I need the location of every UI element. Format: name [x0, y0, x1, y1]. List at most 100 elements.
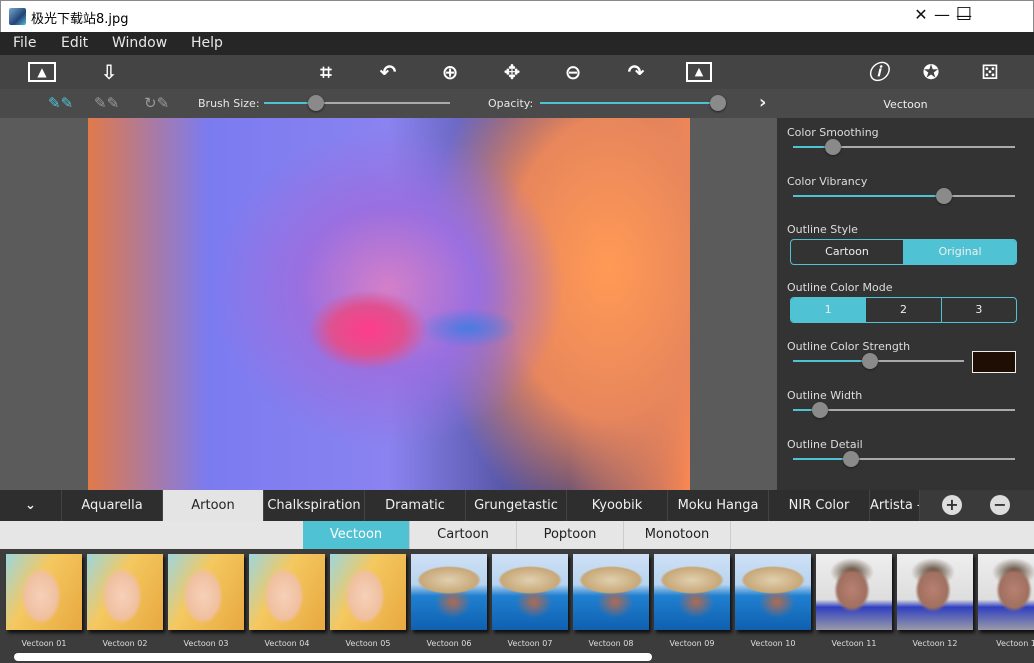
subcategory-tab[interactable]: Vectoon [303, 521, 410, 549]
zoom-in-icon[interactable]: ⊕ [435, 59, 465, 85]
open-image-icon[interactable]: ▲ [28, 62, 56, 82]
outline-color-mode-2[interactable]: 2 [866, 298, 942, 322]
subcategory-tab[interactable]: Monotoon [624, 521, 731, 549]
outline-style-toggle: Cartoon Original [790, 239, 1017, 265]
preset-thumbnail[interactable] [735, 554, 811, 630]
preset-thumbnail[interactable] [411, 554, 487, 630]
outline-color-mode-toggle: 1 2 3 [790, 297, 1017, 323]
preset-label: Vectoon 10 [750, 639, 796, 648]
close-button[interactable]: ✕ [898, 0, 944, 32]
preset-label: Vectoon 09 [669, 639, 715, 648]
slider-thumb[interactable] [824, 139, 841, 155]
preset-thumbnail[interactable] [6, 554, 82, 630]
subcategory-tabs: Vectoon Cartoon Poptoon Monotoon [0, 521, 1034, 549]
slider-fill [793, 360, 870, 362]
preset-thumbnail[interactable] [573, 554, 649, 630]
info-icon[interactable]: ⓘ [863, 59, 893, 85]
preset-label: Vectoon 05 [345, 639, 391, 648]
color-vibrancy-slider[interactable] [793, 188, 1015, 204]
brush-bar: ✎✎ ✎✎ ↻✎ Brush Size: Opacity: › [0, 89, 777, 118]
slider-fill [793, 195, 944, 197]
slider-thumb[interactable] [811, 402, 828, 418]
category-tab[interactable]: Dramatic [365, 490, 466, 521]
outline-color-swatch[interactable] [972, 351, 1016, 373]
image-canvas[interactable] [88, 118, 690, 490]
category-tab[interactable]: Artoon [163, 490, 264, 521]
preset-label: Vectoon 01 [21, 639, 67, 648]
save-icon[interactable]: ⇩ [94, 59, 124, 85]
preset-thumbnail[interactable] [897, 554, 973, 630]
preset-thumbnail[interactable] [978, 554, 1034, 630]
opacity-slider[interactable] [540, 95, 726, 111]
undo-icon[interactable]: ↶ [373, 59, 403, 85]
slider-fill [540, 102, 718, 104]
subcategory-tab[interactable]: Poptoon [517, 521, 624, 549]
preset-label: Vectoon 02 [102, 639, 148, 648]
menu-edit[interactable]: Edit [61, 35, 88, 51]
settings-panel: Color Smoothing Color Vibrancy Outline S… [777, 118, 1034, 490]
outline-color-mode-label: Outline Color Mode [787, 281, 893, 294]
opacity-label: Opacity: [488, 97, 534, 110]
preset-thumbnail[interactable] [87, 554, 163, 630]
outline-color-mode-3[interactable]: 3 [942, 298, 1016, 322]
expand-panel-button[interactable]: › [759, 92, 766, 113]
outline-style-original[interactable]: Original [904, 240, 1016, 264]
menu-help[interactable]: Help [191, 35, 223, 51]
slider-thumb[interactable] [935, 188, 952, 204]
slider-thumb[interactable] [308, 95, 325, 111]
brush-size-slider[interactable] [264, 95, 450, 111]
outline-width-slider[interactable] [793, 402, 1015, 418]
preset-thumbnail[interactable] [816, 554, 892, 630]
toolbar: ▲ ⇩ ⌗ ↶ ⊕ ✥ ⊖ ↷ ▲ ⓘ ✪ ⚄ [0, 55, 1034, 89]
preset-thumbnail[interactable] [330, 554, 406, 630]
preset-thumbnail[interactable] [168, 554, 244, 630]
outline-width-label: Outline Width [787, 389, 863, 402]
zoom-out-icon[interactable]: ⊖ [558, 59, 588, 85]
preset-label: Vectoon 03 [183, 639, 229, 648]
menu-window[interactable]: Window [112, 35, 167, 51]
category-tab[interactable]: Chalkspiration [264, 490, 365, 521]
fit-image-icon[interactable]: ▲ [686, 62, 712, 82]
outline-detail-slider[interactable] [793, 451, 1015, 467]
preset-label: Vectoon 06 [426, 639, 472, 648]
brush-paint-icon[interactable]: ✎✎ [48, 94, 73, 112]
brush-size-label: Brush Size: [198, 97, 260, 110]
redo-icon[interactable]: ↷ [621, 59, 651, 85]
add-category-button[interactable]: + [942, 495, 962, 515]
brush-erase-icon[interactable]: ✎✎ [94, 94, 119, 112]
crop-icon[interactable]: ⌗ [311, 59, 341, 85]
brush-restore-icon[interactable]: ↻✎ [144, 94, 169, 112]
settings-icon[interactable]: ✪ [916, 59, 946, 85]
category-tab[interactable]: Moku Hanga [668, 490, 769, 521]
outline-style-label: Outline Style [787, 223, 858, 236]
outline-color-strength-slider[interactable] [793, 353, 964, 369]
collapse-button[interactable]: ⌄ [0, 490, 62, 521]
preset-label: Vectoon 1 [996, 639, 1034, 648]
preset-thumbnail[interactable] [249, 554, 325, 630]
preset-label: Vectoon 07 [507, 639, 553, 648]
category-tab[interactable]: Aquarella [62, 490, 163, 521]
slider-thumb[interactable] [710, 95, 726, 111]
remove-category-button[interactable]: − [990, 495, 1010, 515]
preset-scrollbar[interactable] [14, 653, 652, 661]
slider-thumb[interactable] [842, 451, 859, 467]
category-tab[interactable]: Artista - [870, 490, 920, 521]
color-smoothing-label: Color Smoothing [787, 126, 879, 139]
category-tab[interactable]: Kyoobik [567, 490, 668, 521]
random-dice-icon[interactable]: ⚄ [975, 59, 1005, 85]
outline-style-cartoon[interactable]: Cartoon [791, 240, 904, 264]
menu-file[interactable]: File [13, 35, 36, 51]
outline-color-strength-label: Outline Color Strength [787, 340, 911, 353]
slider-thumb[interactable] [861, 353, 878, 369]
outline-color-mode-1[interactable]: 1 [791, 298, 867, 322]
preset-strip: Vectoon 01 Vectoon 02 Vectoon 03 Vectoon 04… [0, 549, 1034, 663]
preset-thumbnail[interactable] [492, 554, 568, 630]
title-bar: 极光下载站8.jpg — [0, 0, 1034, 32]
category-tab[interactable]: Grungetastic [466, 490, 567, 521]
preset-thumbnail[interactable] [654, 554, 730, 630]
color-smoothing-slider[interactable] [793, 139, 1015, 155]
category-tab[interactable]: NIR Color [769, 490, 870, 521]
subcategory-tab[interactable]: Cartoon [410, 521, 517, 549]
maximize-button[interactable]: ☐ [941, 0, 987, 32]
pan-icon[interactable]: ✥ [497, 59, 527, 85]
